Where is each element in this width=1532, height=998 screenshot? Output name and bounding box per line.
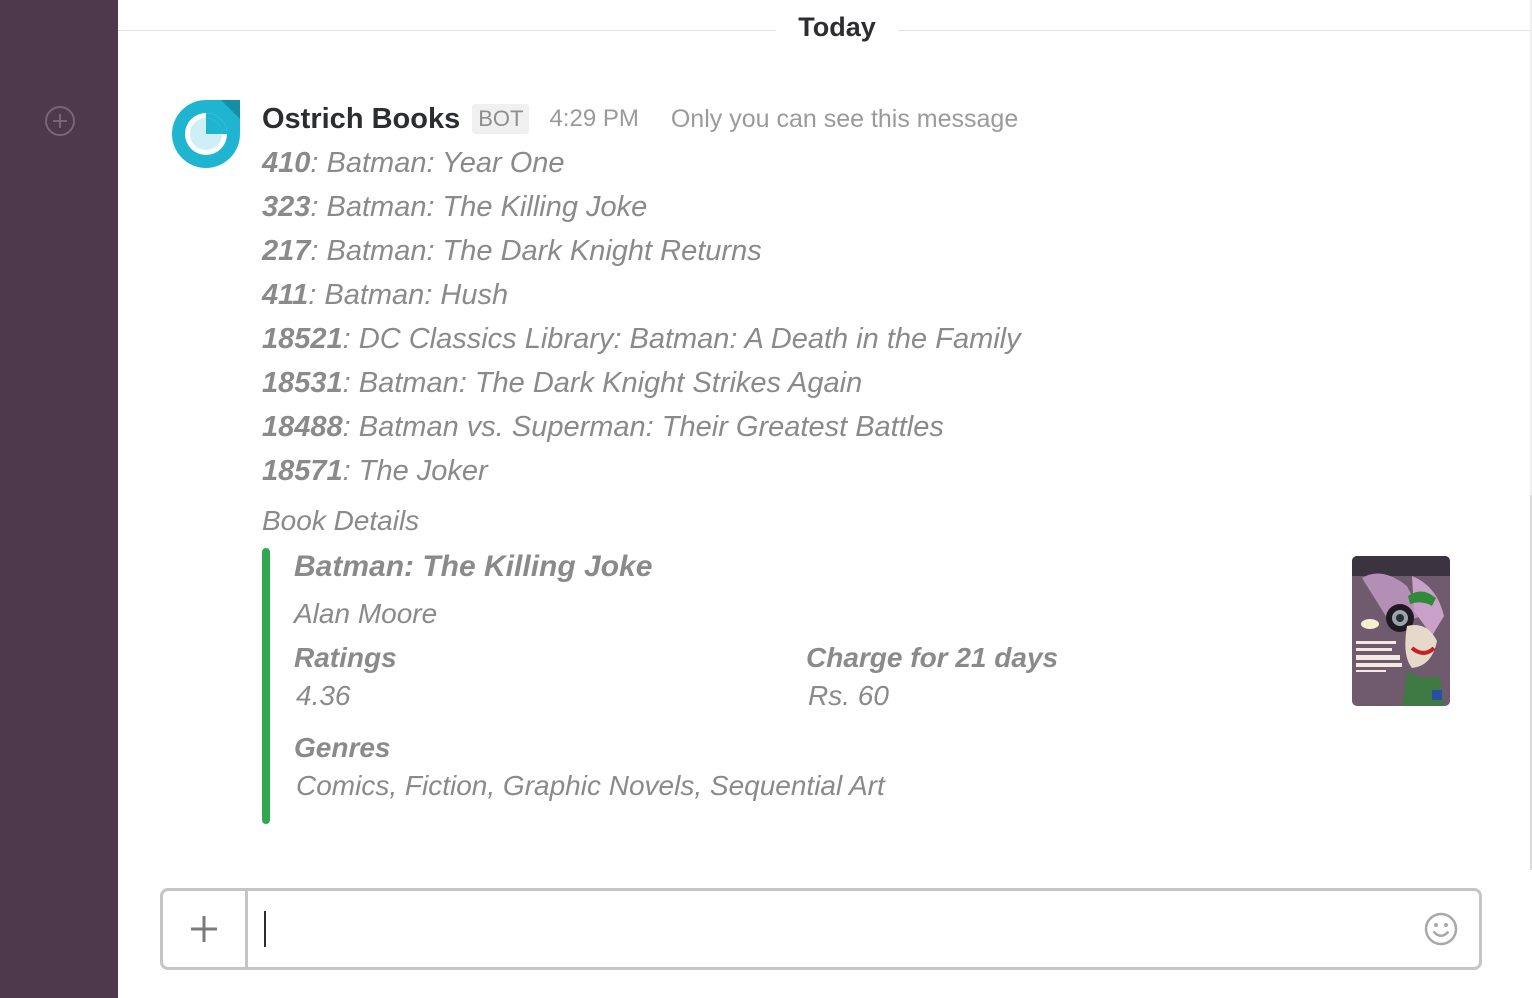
book-title: : Batman: The Killing Joke xyxy=(310,191,648,223)
book-list: 410: Batman: Year One 323: Batman: The K… xyxy=(262,141,1462,493)
sidebar xyxy=(0,0,118,998)
book-id: 18571 xyxy=(262,455,343,487)
smiley-icon[interactable] xyxy=(1423,911,1459,947)
list-item: 217: Batman: The Dark Knight Returns xyxy=(262,229,1462,273)
sender-name[interactable]: Ostrich Books xyxy=(262,103,460,136)
list-item: 18488: Batman vs. Superman: Their Greate… xyxy=(262,405,1462,449)
list-item: 18571: The Joker xyxy=(262,449,1462,493)
list-item: 411: Batman: Hush xyxy=(262,273,1462,317)
attachment-author: Alan Moore xyxy=(294,598,438,629)
book-id: 410 xyxy=(262,147,311,179)
book-title: : Batman: The Dark Knight Returns xyxy=(310,235,762,267)
list-item: 18521: DC Classics Library: Batman: A De… xyxy=(262,317,1462,361)
message-header: Ostrich Books BOT 4:29 PM Only you can s… xyxy=(262,97,1462,141)
book-title: : DC Classics Library: Batman: A Death i… xyxy=(342,323,1021,355)
message-input[interactable] xyxy=(248,891,1398,967)
book-cover-thumbnail[interactable] xyxy=(1352,556,1450,706)
ratings-value: 4.36 xyxy=(296,680,351,711)
book-title: : Batman: Hush xyxy=(308,279,509,311)
book-title: : The Joker xyxy=(342,455,488,487)
text-caret xyxy=(264,911,266,947)
divider-line-left xyxy=(118,30,776,31)
book-title: : Batman: The Dark Knight Strikes Again xyxy=(342,367,863,399)
charge-label: Charge for 21 days xyxy=(806,642,1059,673)
list-item: 18531: Batman: The Dark Knight Strikes A… xyxy=(262,361,1462,405)
day-divider-label: Today xyxy=(798,12,876,42)
book-title: : Batman vs. Superman: Their Greatest Ba… xyxy=(342,411,944,443)
list-item: 410: Batman: Year One xyxy=(262,141,1462,185)
attachment-title: Batman: The Killing Joke xyxy=(294,550,653,583)
app-window: Today Ostrich Books BOT 4:29 PM Only you… xyxy=(0,0,1532,998)
day-divider: Today xyxy=(118,0,1530,60)
book-id: 18531 xyxy=(262,367,343,399)
message-body: Ostrich Books BOT 4:29 PM Only you can s… xyxy=(262,97,1462,541)
book-id: 18521 xyxy=(262,323,343,355)
book-id: 18488 xyxy=(262,411,343,443)
genres-value: Comics, Fiction, Graphic Novels, Sequent… xyxy=(296,770,885,801)
bot-avatar-icon[interactable] xyxy=(171,99,241,169)
book-id: 217 xyxy=(262,235,311,267)
list-item: 323: Batman: The Killing Joke xyxy=(262,185,1462,229)
circle-plus-icon[interactable] xyxy=(44,105,76,137)
charge-value: Rs. 60 xyxy=(808,680,889,711)
ratings-label: Ratings xyxy=(294,642,397,673)
composer-add-button[interactable] xyxy=(163,891,248,967)
divider-line-right xyxy=(898,30,1530,31)
plus-icon xyxy=(191,916,217,942)
book-id: 411 xyxy=(262,279,309,311)
bot-badge: BOT xyxy=(472,104,530,134)
message-composer xyxy=(160,888,1482,970)
book-title: : Batman: Year One xyxy=(310,147,565,179)
book-id: 323 xyxy=(262,191,311,223)
visibility-note: Only you can see this message xyxy=(670,104,1019,133)
genres-label: Genres xyxy=(294,732,391,763)
attachment-accent-bar xyxy=(262,548,270,824)
book-details-label: Book Details xyxy=(262,505,420,536)
message-pane: Today Ostrich Books BOT 4:29 PM Only you… xyxy=(118,0,1532,998)
book-details-attachment: Batman: The Killing Joke Alan Moore Rati… xyxy=(262,548,1452,824)
message-timestamp[interactable]: 4:29 PM xyxy=(549,105,638,133)
